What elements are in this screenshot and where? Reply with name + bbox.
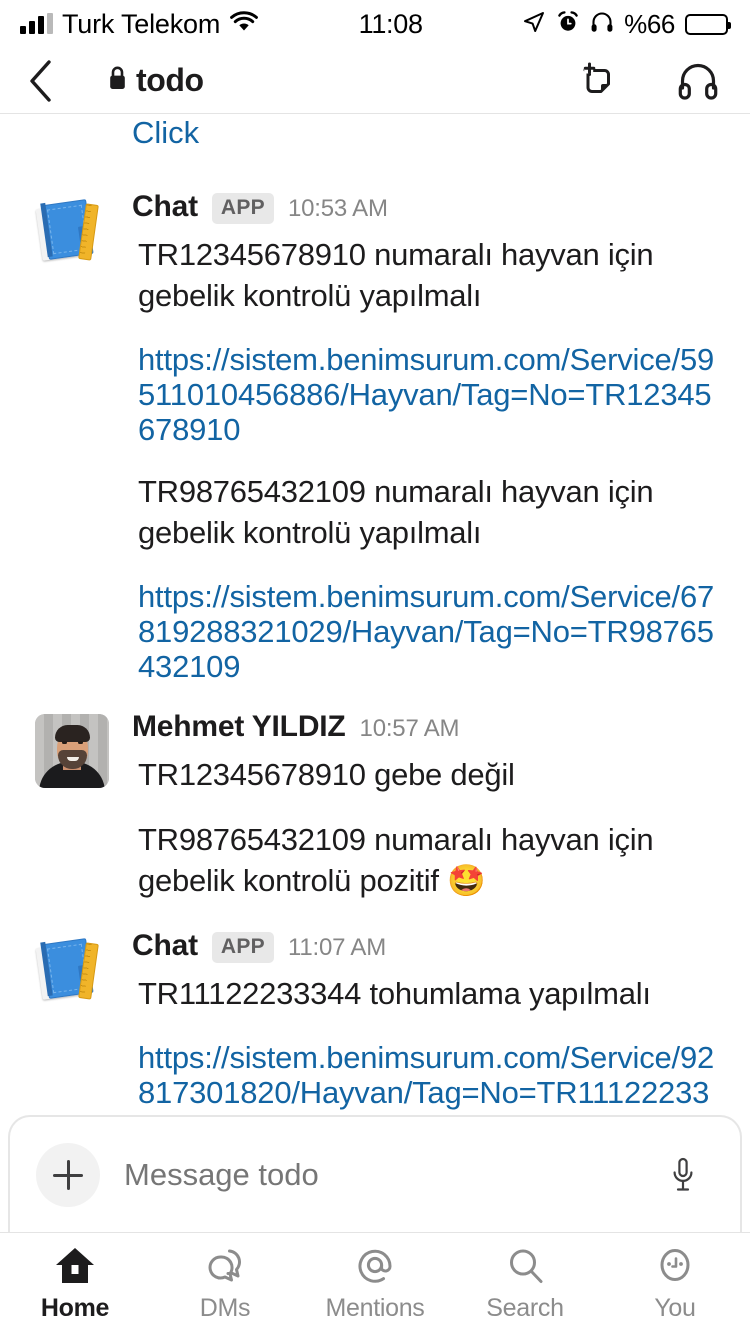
plus-icon[interactable] — [36, 1143, 100, 1207]
message-timestamp: 10:53 AM — [287, 195, 388, 222]
tab-label: Home — [40, 1294, 110, 1322]
carrier-name: Turk Telekom — [62, 8, 221, 39]
battery-icon — [685, 13, 731, 35]
channel-title-area[interactable]: todo — [108, 62, 576, 99]
tab-label: Mentions — [325, 1294, 425, 1322]
status-bar-center: 11:08 — [259, 9, 522, 40]
message-sender[interactable]: Mehmet YILDIZ — [132, 710, 346, 744]
tab-label: DMs — [199, 1294, 251, 1322]
tab-you[interactable]: You — [600, 1233, 750, 1334]
message-body: Mehmet YILDIZ 10:57 AM TR12345678910 geb… — [132, 710, 726, 901]
signal-bars-icon — [20, 13, 53, 34]
dms-icon — [202, 1243, 248, 1289]
tab-label: You — [654, 1294, 696, 1322]
message-link[interactable]: https://sistem.benimsurum.com/Service/92… — [132, 1040, 726, 1114]
message-body: Chat APP 10:53 AM TR12345678910 numaralı… — [132, 190, 726, 684]
avatar[interactable] — [35, 929, 132, 1114]
message-link[interactable]: https://sistem.benimsurum.com/Service/67… — [132, 579, 726, 684]
avatar[interactable] — [35, 190, 132, 684]
header-actions — [576, 57, 722, 105]
tab-mentions[interactable]: Mentions — [300, 1233, 450, 1334]
status-bar-left: Turk Telekom — [20, 9, 259, 40]
page-title: todo — [136, 62, 204, 98]
status-badge: APP — [211, 193, 274, 224]
status-bar: Turk Telekom 11:08 %66 — [0, 0, 750, 48]
tab-label: Search — [486, 1294, 564, 1322]
lock-icon — [108, 65, 127, 96]
message-item: Mehmet YILDIZ 10:57 AM TR12345678910 geb… — [0, 684, 750, 901]
message-timestamp: 10:57 AM — [359, 715, 460, 742]
message-header: Chat APP 10:53 AM — [132, 190, 726, 234]
message-list[interactable]: Click Chat APP 10:53 AM TR12345678910 nu… — [0, 114, 750, 1114]
message-input[interactable] — [124, 1157, 658, 1193]
add-note-button[interactable] — [576, 57, 624, 105]
message-text: TR98765432109 numaralı hayvan için gebel… — [138, 822, 654, 898]
status-bar-right: %66 — [522, 8, 731, 40]
message-text: TR12345678910 numaralı hayvan için gebel… — [138, 237, 654, 313]
profile-face-icon — [652, 1243, 698, 1289]
tab-home[interactable]: Home — [0, 1233, 150, 1334]
bottom-tab-bar: Home DMs Mentions Search You — [0, 1232, 750, 1334]
microphone-icon — [673, 1157, 693, 1191]
wifi-icon — [229, 10, 259, 38]
magnifier-icon — [502, 1243, 548, 1289]
message-item: Chat APP 10:53 AM TR12345678910 numaralı… — [0, 176, 750, 684]
message-timestamp: 11:07 AM — [287, 934, 386, 961]
tab-dms[interactable]: DMs — [150, 1233, 300, 1334]
message-text: TR11122233344 tohumlama yapılmalı — [138, 976, 651, 1011]
huddle-button[interactable] — [674, 57, 722, 105]
message-item: Chat APP 11:07 AM TR11122233344 tohumlam… — [0, 901, 750, 1114]
status-badge: APP — [211, 932, 274, 963]
partial-message: Click — [0, 114, 750, 176]
message-header: Mehmet YILDIZ 10:57 AM — [132, 710, 726, 754]
tab-search[interactable]: Search — [450, 1233, 600, 1334]
phone-screen: Turk Telekom 11:08 %66 todo Click Chat A… — [0, 0, 750, 1334]
message-composer[interactable] — [8, 1115, 742, 1233]
battery-percent: %66 — [624, 8, 675, 39]
back-button[interactable] — [26, 54, 80, 108]
message-link[interactable]: Click — [132, 114, 199, 156]
headphones-icon — [678, 63, 718, 100]
message-sender[interactable]: Chat — [132, 929, 198, 963]
message-text: TR12345678910 gebe değil — [138, 757, 515, 792]
chevron-left-icon — [30, 59, 51, 102]
message-text: TR98765432109 numaralı hayvan için gebel… — [138, 474, 654, 550]
message-header: Chat APP 11:07 AM — [132, 929, 726, 973]
notebook-ruler-emoji-icon — [35, 194, 109, 268]
message-sender[interactable]: Chat — [132, 190, 198, 224]
headphones-icon — [590, 11, 614, 38]
alarm-clock-icon — [556, 10, 580, 39]
message-link[interactable]: https://sistem.benimsurum.com/Service/59… — [132, 342, 726, 447]
notebook-ruler-emoji-icon — [35, 933, 109, 1007]
status-bar-clock: 11:08 — [358, 8, 423, 39]
add-note-icon — [583, 62, 610, 93]
avatar[interactable] — [35, 710, 132, 901]
channel-header: todo — [0, 48, 750, 113]
microphone-button[interactable] — [658, 1147, 708, 1203]
home-icon — [52, 1243, 98, 1289]
user-photo-avatar — [35, 714, 109, 788]
at-sign-icon — [352, 1243, 398, 1289]
location-arrow-icon — [522, 10, 546, 39]
message-body: Chat APP 11:07 AM TR11122233344 tohumlam… — [132, 929, 726, 1114]
